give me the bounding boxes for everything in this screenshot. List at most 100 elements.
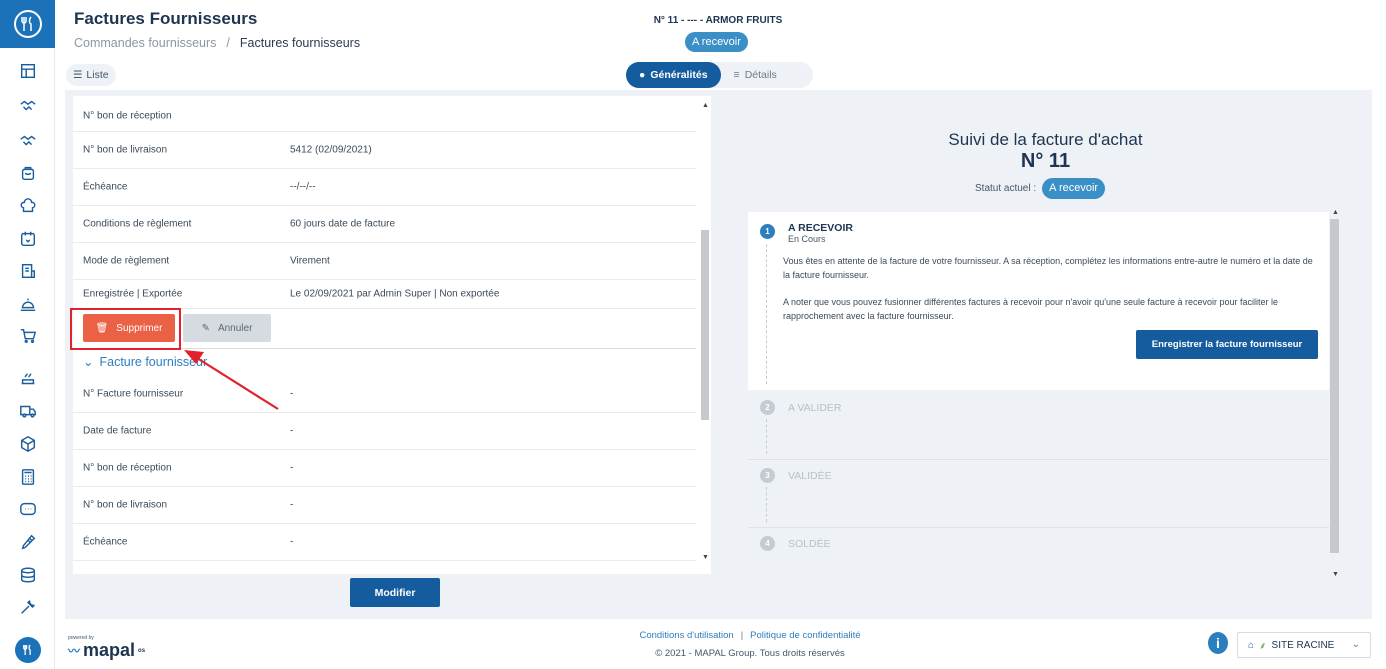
tracking-title: Suivi de la facture d'achat (948, 130, 1143, 149)
current-status: Statut actuel : A recevoir (975, 178, 1106, 199)
handshake-alt-icon[interactable] (17, 130, 39, 152)
kitchen-icon[interactable] (17, 368, 39, 390)
tab-details[interactable]: ≡ Détails (721, 62, 790, 88)
chef-hat-icon[interactable] (17, 195, 39, 217)
dashboard-icon[interactable] (17, 60, 39, 82)
row-label: N° bon de livraison (83, 499, 168, 511)
row-registered: Enregistrée | Exportée Le 02/09/2021 par… (73, 280, 696, 309)
eraser-icon: ✎ (201, 322, 210, 334)
status-badge: A recevoir (1042, 178, 1106, 199)
bag-icon[interactable] (17, 162, 39, 184)
row-label: Conditions de règlement (83, 218, 192, 230)
step-description-1: Vous êtes en attente de la facture de vo… (783, 256, 1313, 280)
step-number: 1 (760, 224, 775, 239)
tools-icon[interactable] (17, 596, 39, 618)
terms-link[interactable]: Conditions d'utilisation (639, 630, 733, 641)
tab-general[interactable]: ● Généralités (626, 62, 721, 88)
mapal-logo: 〰 mapal os (68, 640, 145, 661)
step-divider (748, 459, 1329, 460)
box-icon[interactable] (17, 433, 39, 455)
row-label: Échéance (83, 536, 128, 548)
annotation-highlight-box (70, 308, 181, 350)
status-label: Statut actuel : (975, 183, 1037, 194)
list-lines-icon: ≡ (733, 69, 740, 81)
tracking-number: N° 11 (1020, 150, 1071, 172)
cart-icon[interactable] (17, 325, 39, 347)
row-delivery-number-2: N° bon de livraison - (73, 487, 696, 524)
app-logo[interactable] (0, 0, 55, 48)
row-label: N° bon de livraison (83, 144, 168, 156)
row-label: Enregistrée | Exportée (83, 288, 183, 300)
calendar-heart-icon[interactable] (17, 228, 39, 250)
register-invoice-button[interactable]: Enregistrer la facture fournisseur (1136, 330, 1318, 359)
row-value: 5412 (02/09/2021) (290, 144, 372, 156)
help-info-icon[interactable]: i (1208, 632, 1228, 654)
app-logo-small[interactable] (15, 637, 41, 663)
row-label: N° bon de réception (83, 462, 172, 474)
row-value: --/--/-- (290, 181, 316, 193)
breadcrumb-current: Factures fournisseurs (239, 36, 361, 50)
right-scrollbar-thumb[interactable] (1330, 219, 1339, 553)
calculator-icon[interactable] (17, 466, 39, 488)
chat-icon[interactable] (17, 498, 39, 520)
sidebar (0, 0, 55, 669)
section-title: Facture fournisseur (99, 354, 208, 369)
thermometer-icon[interactable] (17, 531, 39, 553)
handshake-icon[interactable] (17, 95, 39, 117)
brand-suffix: os (138, 647, 146, 654)
row-due-date-2: Échéance - (73, 524, 696, 561)
database-icon[interactable] (17, 564, 39, 586)
step-number: 2 (760, 400, 775, 415)
step-title-to-validate: A VALIDER (788, 402, 842, 414)
row-due-date: Échéance --/--/-- (73, 169, 696, 206)
scroll-up-arrow[interactable]: ▲ (702, 102, 709, 109)
step-title-settled: SOLDÉE (788, 538, 831, 550)
right-scroll-down-arrow[interactable]: ▼ (1332, 571, 1339, 578)
scrollbar-thumb[interactable] (701, 230, 709, 420)
step-title: A RECEVOIR (788, 222, 853, 234)
footer (55, 620, 1386, 669)
list-button[interactable]: ☰ Liste (66, 64, 116, 86)
cloche-icon[interactable] (17, 293, 39, 315)
row-payment-mode: Mode de règlement Virement (73, 243, 696, 280)
row-value: - (290, 536, 294, 548)
chevron-down-icon: ⌄ (83, 355, 94, 369)
row-value: Virement (290, 255, 330, 267)
tab-general-label: Généralités (650, 69, 708, 81)
cancel-button-label: Annuler (217, 322, 253, 334)
row-label: N° bon de réception (83, 110, 172, 121)
invoice-icon[interactable] (17, 260, 39, 282)
step-divider (748, 527, 1329, 528)
copyright: © 2021 - MAPAL Group. Tous droits réserv… (655, 648, 845, 659)
row-value: Le 02/09/2021 par Admin Super | Non expo… (290, 288, 500, 300)
privacy-link[interactable]: Politique de confidentialité (750, 630, 860, 641)
row-value: 60 jours date de facture (290, 218, 396, 230)
row-label: Mode de règlement (83, 255, 170, 267)
modify-button[interactable]: Modifier (350, 578, 440, 607)
brand-name: mapal (83, 640, 136, 660)
plant-icon: ⸙ (1259, 641, 1267, 652)
wave-icon: 〰 (68, 644, 81, 658)
site-name: SITE RACINE (1271, 639, 1335, 651)
row-invoice-date: Date de facture - (73, 413, 696, 450)
step-connector (766, 419, 767, 454)
breadcrumb-link-orders[interactable]: Commandes fournisseurs (74, 36, 216, 50)
cancel-button[interactable]: ✎ Annuler (183, 314, 271, 342)
step-connector (766, 487, 767, 522)
step-number: 3 (760, 468, 775, 483)
list-button-label: Liste (86, 69, 109, 81)
row-reception-number-2: N° bon de réception - (73, 450, 696, 487)
list-icon: ☰ (73, 69, 83, 81)
section-supplier-invoice[interactable]: ⌄ Facture fournisseur (83, 354, 208, 370)
truck-icon[interactable] (17, 400, 39, 422)
row-label: Échéance (83, 181, 128, 193)
right-scroll-up-arrow[interactable]: ▲ (1332, 209, 1339, 216)
step-title-validated: VALIDÉE (788, 470, 832, 482)
scroll-down-arrow[interactable]: ▼ (702, 554, 709, 561)
breadcrumb: Commandes fournisseurs / Factures fourniss… (74, 36, 361, 50)
invoice-reference: N° 11 - --- - ARMOR FRUITS (653, 15, 783, 26)
site-selector[interactable]: ⌂ ⸙ SITE RACINE ⌄ (1237, 632, 1371, 658)
status-badge: A recevoir (685, 32, 748, 52)
row-delivery-number: N° bon de livraison 5412 (02/09/2021) (73, 132, 696, 169)
row-value: - (290, 462, 294, 474)
